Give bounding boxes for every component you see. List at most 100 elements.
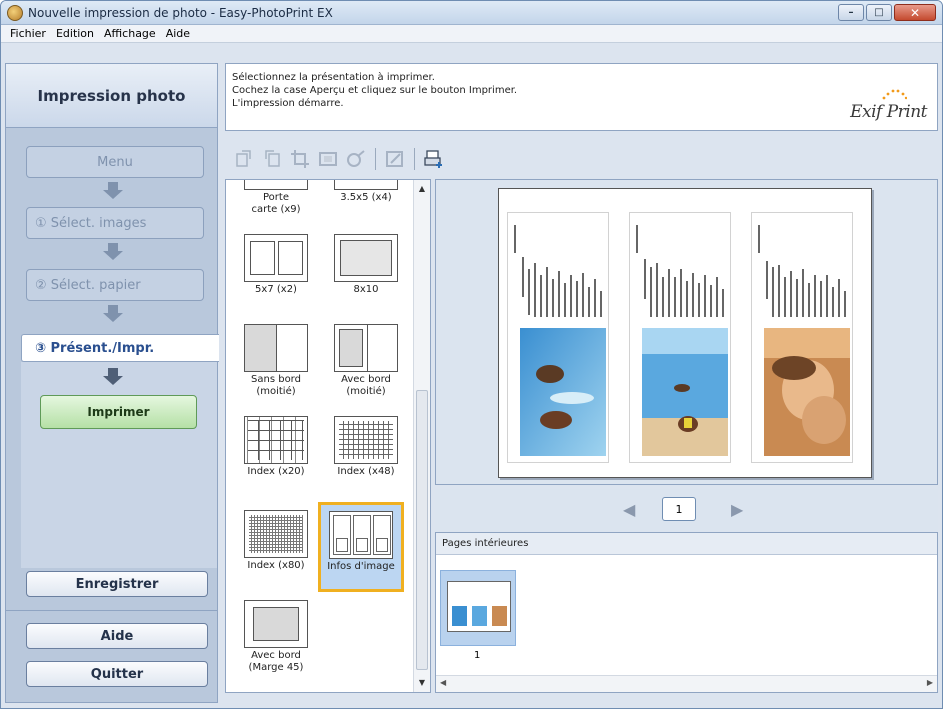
instruction-line: L'impression démarre. (232, 98, 344, 109)
quit-button[interactable]: Quitter (26, 661, 208, 687)
layout-thumbnail (334, 324, 398, 372)
help-button[interactable]: Aide (26, 623, 208, 649)
minimize-button[interactable]: – (838, 4, 864, 21)
layout-thumbnail (244, 234, 308, 282)
layout-label: 3.5x5 (x4) (340, 192, 392, 203)
layout-label: Porte carte (x9) (251, 192, 301, 215)
next-page-icon[interactable]: ▶ (731, 500, 743, 519)
layout-thumbnail (329, 511, 393, 559)
inner-pages-scrollbar[interactable]: ◀ ▶ (436, 675, 937, 692)
crop-icon[interactable] (289, 148, 311, 170)
layout-index-x48[interactable]: Index (x48) (324, 416, 408, 478)
inner-pages-panel: Pages intérieures 1 ◀ ▶ (435, 532, 938, 693)
image-info-panel (629, 212, 731, 463)
image-info-text (514, 225, 602, 317)
image-info-panel (507, 212, 609, 463)
scroll-left-icon[interactable]: ◀ (440, 678, 446, 687)
menu-fichier[interactable]: Fichier (5, 27, 51, 40)
exif-logo-dots-icon (882, 89, 907, 100)
layout-thumbnail (244, 600, 308, 648)
panel-heading: Impression photo (6, 64, 217, 128)
navigation-panel: Impression photo Menu ① Sélect. images ②… (5, 63, 219, 703)
layout-list-scrollbar[interactable]: ▲ ▼ (413, 180, 430, 692)
photo-thumbnail (520, 328, 606, 456)
layout-sans-bord-moitie[interactable]: Sans bord (moitié) (234, 324, 318, 398)
layout-thumbnail (334, 416, 398, 464)
toolbar-divider (414, 148, 415, 170)
date-icon[interactable] (384, 148, 406, 170)
photo-thumbnail (642, 328, 728, 456)
scroll-right-icon[interactable]: ▶ (927, 678, 933, 687)
scrollbar-thumb[interactable] (416, 390, 428, 670)
instructions-box: Sélectionnez la présentation à imprimer.… (225, 63, 938, 131)
rotate-left-icon[interactable] (233, 148, 255, 170)
save-button[interactable]: Enregistrer (26, 571, 208, 597)
step-select-paper-button[interactable]: ② Sélect. papier (26, 269, 204, 301)
app-window: Nouvelle impression de photo - Easy-Phot… (0, 0, 943, 709)
page-thumbnail[interactable] (440, 570, 516, 646)
previous-page-icon[interactable]: ◀ (623, 500, 635, 519)
layout-thumbnail (244, 324, 308, 372)
step-content-area (21, 362, 217, 568)
layout-label: 5x7 (x2) (255, 284, 297, 295)
layout-thumbnail (244, 416, 308, 464)
menu-edition[interactable]: Edition (51, 27, 99, 40)
layout-infos-image[interactable]: Infos d'image (318, 502, 404, 592)
layout-label: Index (x20) (247, 466, 305, 477)
page-number-field[interactable]: 1 (662, 497, 696, 521)
edit-toolbar (225, 141, 938, 177)
frame-icon[interactable] (317, 148, 339, 170)
print-settings-icon[interactable] (423, 148, 445, 170)
print-button[interactable]: Imprimer (40, 395, 197, 429)
step-select-images-label: ① Sélect. images (35, 215, 147, 231)
app-icon (7, 5, 23, 21)
layout-3-5x5[interactable]: 3.5x5 (x4) (324, 180, 408, 204)
step-layout-print-tab[interactable]: ③ Présent./Impr. (21, 334, 219, 362)
maximize-icon: □ (874, 6, 884, 18)
close-icon: ✕ (909, 5, 921, 20)
layout-label: Index (x80) (247, 560, 305, 571)
minimize-icon: – (848, 6, 854, 18)
preview-page (498, 188, 872, 478)
close-button[interactable]: ✕ (894, 4, 936, 21)
layout-index-x20[interactable]: Index (x20) (234, 416, 318, 478)
rotate-right-icon[interactable] (261, 148, 283, 170)
scroll-down-icon[interactable]: ▼ (417, 678, 427, 688)
layout-thumbnail (244, 510, 308, 558)
page-navigator: ◀ 1 ▶ (435, 489, 938, 531)
page-thumbnail-number: 1 (474, 650, 481, 661)
instruction-line: Sélectionnez la présentation à imprimer. (232, 72, 435, 83)
layout-label: 8x10 (353, 284, 379, 295)
layout-avec-bord-marge-45[interactable]: Avec bord (Marge 45) (234, 600, 318, 674)
menu-bar: Fichier Edition Affichage Aide (1, 25, 942, 43)
image-info-panel (751, 212, 853, 463)
layout-label: Index (x48) (337, 466, 395, 477)
photo-thumbnail (764, 328, 850, 456)
title-bar[interactable]: Nouvelle impression de photo - Easy-Phot… (1, 1, 942, 25)
window-controls: – □ ✕ (838, 4, 936, 21)
layout-thumbnail (334, 234, 398, 282)
page-thumbnail-image (447, 581, 511, 632)
maximize-button[interactable]: □ (866, 4, 892, 21)
menu-aide[interactable]: Aide (161, 27, 195, 40)
layout-label: Infos d'image (327, 561, 395, 572)
correct-icon[interactable] (345, 148, 367, 170)
layout-5x7[interactable]: 5x7 (x2) (234, 234, 318, 296)
layout-8x10[interactable]: 8x10 (324, 234, 408, 296)
step-menu-button[interactable]: Menu (26, 146, 204, 178)
step-select-images-button[interactable]: ① Sélect. images (26, 207, 204, 239)
toolbar-divider (375, 148, 376, 170)
layout-avec-bord-moitie[interactable]: Avec bord (moitié) (324, 324, 408, 398)
scroll-up-icon[interactable]: ▲ (417, 184, 427, 194)
layout-porte-carte[interactable]: Porte carte (x9) (234, 180, 318, 216)
layout-index-x80[interactable]: Index (x80) (234, 510, 318, 572)
window-title: Nouvelle impression de photo - Easy-Phot… (28, 6, 333, 20)
print-preview (435, 179, 938, 485)
layout-thumbnail (334, 180, 398, 190)
layout-label: Avec bord (Marge 45) (248, 650, 304, 673)
layout-label: Avec bord (moitié) (341, 374, 391, 397)
instruction-line: Cochez la case Aperçu et cliquez sur le … (232, 85, 518, 96)
image-info-text (636, 225, 724, 317)
menu-affichage[interactable]: Affichage (99, 27, 161, 40)
layout-list: Porte carte (x9) 3.5x5 (x4) 5x7 (x2) 8x1… (225, 179, 431, 693)
